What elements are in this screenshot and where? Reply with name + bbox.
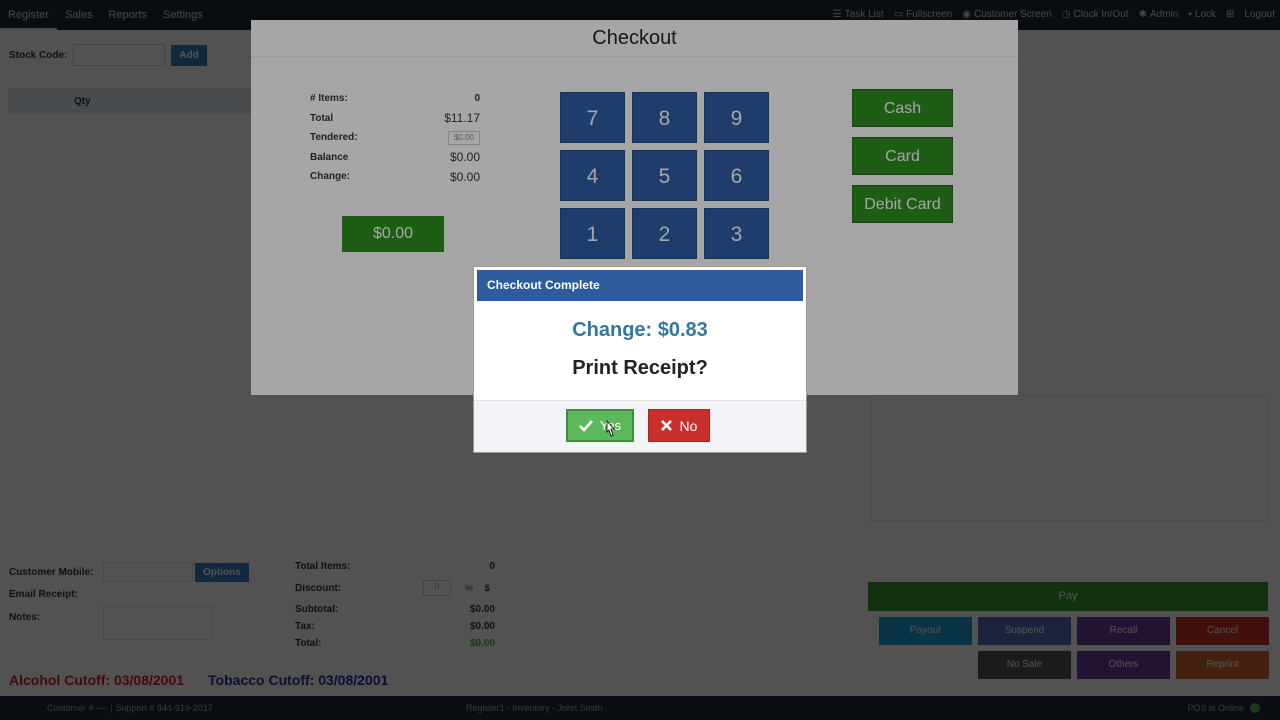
no-button[interactable]: No: [648, 409, 710, 442]
yes-button[interactable]: Yes: [566, 409, 634, 442]
close-icon: [660, 420, 672, 431]
checkout-complete-dialog: Checkout Complete Change: $0.83 Print Re…: [473, 266, 807, 453]
dialog-title: Checkout Complete: [477, 270, 803, 301]
mouse-cursor-icon: [606, 420, 615, 437]
dialog-footer: Yes No: [474, 400, 806, 452]
dialog-change-amount: Change: $0.83: [572, 319, 708, 341]
no-label: No: [679, 417, 698, 434]
dialog-print-prompt: Print Receipt?: [572, 357, 708, 379]
check-icon: [578, 419, 593, 432]
